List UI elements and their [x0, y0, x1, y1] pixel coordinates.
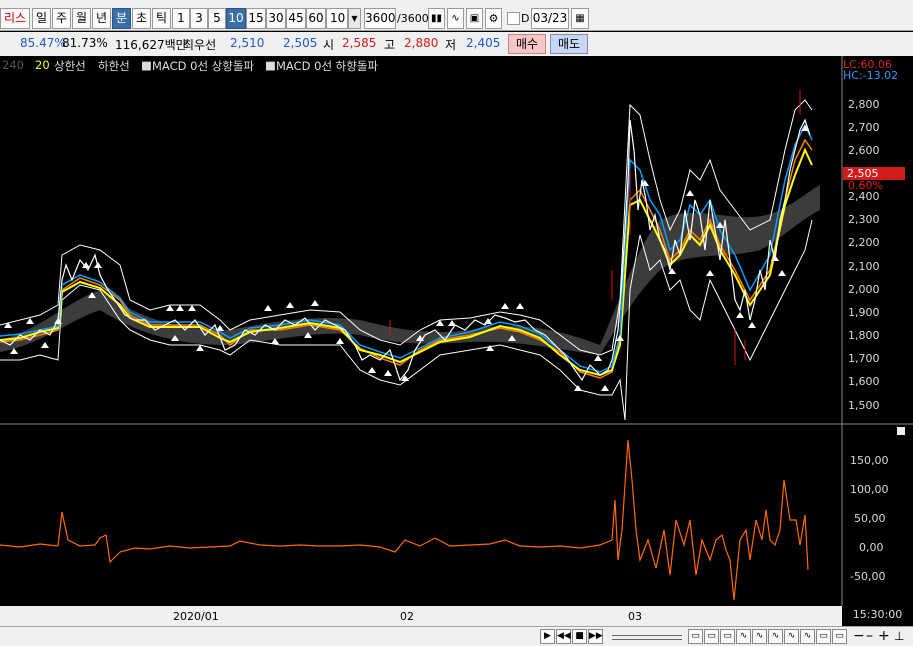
interval-15-button[interactable]: 15: [246, 8, 266, 29]
interval-10-button[interactable]: 10: [226, 8, 246, 29]
price-tick: 2,000: [848, 283, 880, 296]
interval-30-button[interactable]: 30: [266, 8, 286, 29]
price-tick: 2,400: [848, 190, 880, 203]
price-tick: 2,200: [848, 236, 880, 249]
hc-value: HC:-13.02: [843, 69, 899, 82]
indicator-tick: -50,00: [850, 570, 886, 583]
high-price: 2,880: [404, 36, 439, 50]
date-checkbox[interactable]: [507, 12, 520, 25]
indicator-tick: 0,00: [859, 541, 884, 554]
pct-2: 81.73%: [62, 36, 108, 50]
toolbar: 리스트 일 주 월 년 분 초 틱 1 3 5 10 15 30 45 60 1…: [0, 0, 913, 44]
period-second-button[interactable]: 초: [132, 8, 151, 29]
low-label: 저: [445, 38, 457, 52]
indicator-tick: 50,00: [854, 512, 886, 525]
zoom-in-icon[interactable]: +: [878, 628, 890, 644]
count-total: /3600: [397, 12, 429, 25]
best-quote-label: 최우선: [183, 38, 217, 52]
gear-icon[interactable]: ⚙: [485, 8, 502, 29]
ma240-band: [0, 185, 820, 355]
chart-navigation-bar: ▶ ◀◀ ■ ▶▶ ▭ ▭ ▭ ∿ ∿ ∿ ∿ ∿ ▭ ▭ − – + ⊥: [0, 626, 913, 646]
price-tick: 2,300: [848, 213, 880, 226]
quote-info-bar: 85.47% 81.73% 116,627백만 최우선 2,510 2,505 …: [0, 32, 913, 56]
period-minute-button[interactable]: 분: [112, 8, 131, 29]
tool-icon[interactable]: ▭: [832, 629, 847, 644]
period-month-button[interactable]: 월: [72, 8, 91, 29]
period-day-button[interactable]: 일: [32, 8, 51, 29]
close-icon[interactable]: [897, 427, 905, 435]
time-label: 15:30:00: [842, 606, 913, 626]
volume: 116,627백만: [115, 38, 187, 52]
price-tick: 2,100: [848, 260, 880, 273]
period-year-button[interactable]: 년: [92, 8, 111, 29]
scroll-start-icon[interactable]: ◀◀: [556, 629, 571, 644]
indicator-tick: 150,00: [850, 454, 889, 467]
price-tick: 1,800: [848, 329, 880, 342]
scroll-right-icon[interactable]: ▶: [540, 629, 555, 644]
up-arrow-icon[interactable]: ⊥: [894, 629, 904, 643]
buy-button[interactable]: 매수: [508, 34, 546, 54]
date-checkbox-label: D: [521, 12, 530, 25]
interval-3-button[interactable]: 3: [190, 8, 208, 29]
pct-1: 85.47%: [20, 36, 66, 50]
interval-select[interactable]: 10: [326, 8, 348, 29]
best-quote-2: 2,505: [283, 36, 318, 50]
period-tick-button[interactable]: 틱: [152, 8, 171, 29]
date-label: 02: [400, 610, 414, 623]
date-label: 03: [628, 610, 642, 623]
open-label: 시: [323, 38, 335, 52]
zoom-slider[interactable]: [612, 635, 682, 640]
tool-icon[interactable]: ∿: [784, 629, 799, 644]
price-tick: 1,500: [848, 399, 880, 412]
stop-icon[interactable]: ■: [572, 629, 587, 644]
minus-icon[interactable]: –: [866, 628, 873, 644]
zoom-out-icon[interactable]: −: [853, 628, 865, 644]
chevron-down-icon[interactable]: ▼: [348, 8, 361, 29]
date-label: 2020/01: [173, 610, 219, 623]
price-tick: 1,600: [848, 375, 880, 388]
low-price: 2,405: [466, 36, 501, 50]
tool-icon[interactable]: ∿: [736, 629, 751, 644]
date-input[interactable]: 03/23: [531, 8, 569, 29]
sell-button[interactable]: 매도: [550, 34, 588, 54]
candle-type-icon[interactable]: ▮▮: [428, 8, 445, 29]
tool-icon[interactable]: ▭: [720, 629, 735, 644]
interval-45-button[interactable]: 45: [286, 8, 306, 29]
list-tab[interactable]: 리스트: [0, 8, 30, 44]
line-chart-icon[interactable]: ∿: [447, 8, 464, 29]
scroll-end-icon[interactable]: ▶▶: [588, 629, 603, 644]
date-axis: 2020/01 02 03: [0, 606, 842, 626]
price-chart[interactable]: [0, 56, 913, 606]
save-icon[interactable]: ▣: [466, 8, 483, 29]
interval-1-button[interactable]: 1: [172, 8, 190, 29]
price-tick: 1,900: [848, 306, 880, 319]
tool-icon[interactable]: ▭: [816, 629, 831, 644]
tool-icon[interactable]: ▭: [688, 629, 703, 644]
high-label: 고: [384, 38, 396, 52]
tool-icon[interactable]: ▭: [704, 629, 719, 644]
interval-60-button[interactable]: 60: [306, 8, 326, 29]
price-tick: 2,800: [848, 98, 880, 111]
price-tick: 1,700: [848, 352, 880, 365]
best-quote-1: 2,510: [230, 36, 265, 50]
indicator-tick: 100,00: [850, 483, 889, 496]
indicator-line: [0, 439, 809, 601]
tool-icon[interactable]: ∿: [768, 629, 783, 644]
period-week-button[interactable]: 주: [52, 8, 71, 29]
calendar-icon[interactable]: ▦: [571, 8, 589, 29]
count-input[interactable]: 3600: [364, 8, 396, 29]
tool-icon[interactable]: ∿: [752, 629, 767, 644]
tool-icon[interactable]: ∿: [800, 629, 815, 644]
open-price: 2,585: [342, 36, 377, 50]
price-tick: 2,700: [848, 121, 880, 134]
interval-5-button[interactable]: 5: [208, 8, 226, 29]
price-tick: 2,600: [848, 144, 880, 157]
